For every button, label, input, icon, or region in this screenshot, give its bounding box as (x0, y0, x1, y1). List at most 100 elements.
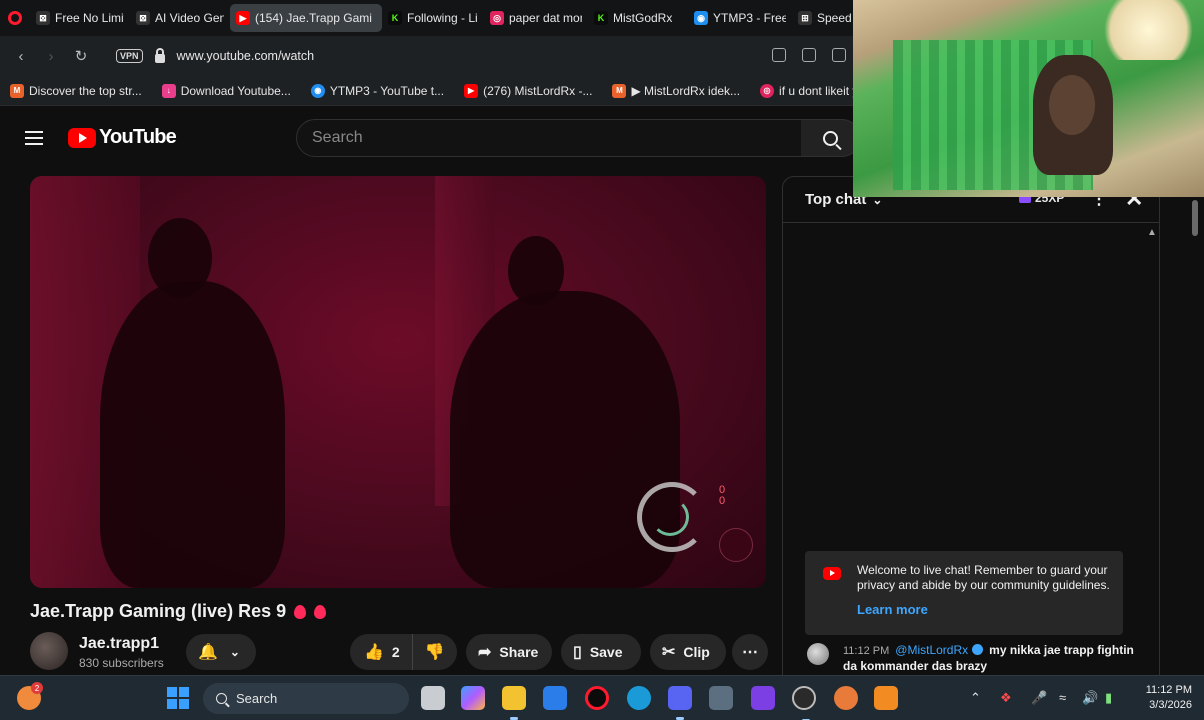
bookmark-2[interactable]: ◉ YTMP3 - YouTube t... (310, 83, 444, 98)
fl-studio-icon[interactable] (874, 686, 898, 710)
like-dislike-group: 👍 2 👎 (350, 634, 457, 670)
welcome-text: Welcome to live chat! Remember to guard … (857, 563, 1110, 592)
kick-favicon-icon: K (388, 11, 402, 25)
lock-icon[interactable] (154, 47, 165, 63)
webcam-light (1093, 0, 1204, 60)
bookmark-favicon-icon: M (10, 83, 24, 98)
volume-icon[interactable]: 🔊 (1082, 690, 1098, 706)
drop-emoji-icon (294, 604, 307, 619)
chat-message: 11:12 PM @MistLordRx my nikka jae trapp fi… (805, 643, 1135, 674)
chat-timestamp: 11:12 PM (843, 645, 890, 657)
edit-icon[interactable] (772, 48, 786, 62)
tab-favicon-icon: ⊠ (136, 11, 150, 25)
page-scrollbar[interactable] (1192, 200, 1198, 236)
tab-label: Free No Limit A (55, 11, 124, 25)
channel-avatar[interactable] (30, 632, 68, 670)
bookmark-1[interactable]: ↓ Download Youtube... (161, 83, 291, 98)
bookmark-0[interactable]: M Discover the top str... (10, 83, 142, 98)
thumbs-up-icon: 👍 (364, 644, 384, 661)
clipchamp-icon[interactable] (751, 686, 775, 710)
speed-dial-icon: ⊞ (798, 11, 812, 25)
back-button[interactable]: ‹ (8, 43, 34, 69)
file-explorer-icon[interactable] (502, 686, 526, 720)
video-player[interactable]: 0 0 (30, 176, 766, 588)
wifi-icon[interactable]: ≈ (1059, 690, 1066, 705)
search-icon (823, 130, 838, 146)
notification-bell-button[interactable]: 🔔 ⌄ (186, 634, 256, 670)
bookmark-label: (276) MistLordRx -... (483, 83, 593, 98)
search-input[interactable]: Search (296, 119, 802, 157)
reload-button[interactable]: ↻ (68, 43, 94, 69)
live-chat-panel: Top chat ⌄ 25XP ⋮ ✕ ▲ Welcome to live ch… (782, 176, 1160, 676)
obs-icon[interactable] (792, 686, 816, 720)
task-view-icon[interactable] (421, 686, 445, 710)
opera-browser-icon[interactable] (585, 686, 609, 710)
edge-icon[interactable] (627, 686, 651, 710)
url-field[interactable]: www.youtube.com/watch (177, 49, 315, 63)
chat-author-avatar[interactable] (807, 643, 829, 665)
tab-6[interactable]: ◉ YTMP3 - Free Y (688, 4, 792, 32)
shield-icon[interactable] (832, 48, 846, 62)
more-dots-icon: ⋯ (742, 644, 758, 661)
copilot-icon[interactable] (461, 686, 485, 710)
dropbox-icon[interactable]: ❖ (1000, 690, 1012, 706)
search-button[interactable] (801, 119, 861, 157)
like-button[interactable]: 👍 2 (350, 634, 413, 670)
bookmark-label: Discover the top str... (29, 83, 142, 98)
thumbs-down-icon: 👎 (424, 644, 445, 661)
dislike-button[interactable]: 👎 (413, 642, 457, 662)
tab-5[interactable]: K MistGodRx (588, 4, 688, 32)
battery-icon[interactable]: ▮ (1105, 690, 1112, 706)
tab-label: paper dat mon (509, 11, 582, 25)
tab-1[interactable]: ⊠ AI Video Gener (130, 4, 230, 32)
tab-0[interactable]: ⊠ Free No Limit A (30, 4, 130, 32)
tab-2-active[interactable]: ▶ (154) Jae.Trapp Gami (230, 4, 382, 32)
camera-icon[interactable] (802, 48, 816, 62)
bookmark-icon: ▯ (573, 644, 582, 661)
tray-overflow-icon[interactable]: ⌃ (970, 690, 981, 706)
chat-scroll-up-icon[interactable]: ▲ (1147, 227, 1157, 238)
camera-app-icon[interactable] (709, 686, 733, 710)
game-app-icon[interactable] (834, 686, 858, 710)
more-actions-button[interactable]: ⋯ (732, 634, 768, 670)
clip-button[interactable]: ✂ Clip (650, 634, 726, 670)
tab-favicon-icon: ◎ (490, 11, 504, 25)
hamburger-menu-icon[interactable] (25, 131, 43, 145)
game-hud-emblem-icon (719, 528, 753, 562)
windows-start-icon[interactable] (167, 687, 189, 709)
tab-label: AI Video Gener (155, 11, 224, 25)
drop-emoji-icon (314, 604, 327, 619)
bookmark-4[interactable]: M ▶ MistLordRx idek... (612, 83, 741, 98)
game-hud-inner-ring (651, 498, 689, 536)
clip-label: Clip (683, 644, 710, 660)
youtube-play-icon (68, 127, 96, 148)
bookmark-label: ▶ MistLordRx idek... (631, 83, 741, 98)
youtube-favicon-icon: ▶ (464, 83, 479, 98)
taskbar-search-box[interactable]: Search (203, 683, 409, 714)
search-icon (216, 693, 227, 704)
tab-4[interactable]: ◎ paper dat mon (484, 4, 588, 32)
outlook-icon[interactable] (543, 686, 567, 710)
channel-name[interactable]: Jae.trapp1 (79, 635, 159, 653)
address-bar-actions (772, 48, 846, 62)
weather-badge: 2 (31, 682, 43, 694)
opera-menu-button[interactable] (0, 0, 30, 36)
tab-label: Following - Live (407, 11, 478, 25)
forward-button[interactable]: › (38, 43, 64, 69)
taskbar-clock[interactable]: 11:12 PM 3/3/2026 (1128, 683, 1192, 713)
webcam-overlay (853, 0, 1204, 197)
bookmark-3[interactable]: ▶ (276) MistLordRx -... (464, 83, 593, 98)
save-button[interactable]: ▯ Save (561, 634, 641, 670)
discord-icon[interactable] (668, 686, 692, 720)
tab-3[interactable]: K Following - Live (382, 4, 484, 32)
microphone-icon[interactable]: 🎤 (1031, 690, 1047, 706)
chat-author-name[interactable]: @MistLordRx (895, 643, 968, 657)
verified-badge-icon (972, 644, 984, 655)
vpn-badge[interactable]: VPN (116, 49, 143, 63)
youtube-logo[interactable]: YouTube (68, 126, 177, 149)
learn-more-link[interactable]: Learn more (857, 602, 1113, 617)
live-chat-welcome-banner: Welcome to live chat! Remember to guard … (805, 551, 1123, 635)
kick-favicon-icon: K (594, 11, 608, 25)
share-button[interactable]: ➦ Share (466, 634, 552, 670)
video-frame-figure (100, 281, 285, 588)
